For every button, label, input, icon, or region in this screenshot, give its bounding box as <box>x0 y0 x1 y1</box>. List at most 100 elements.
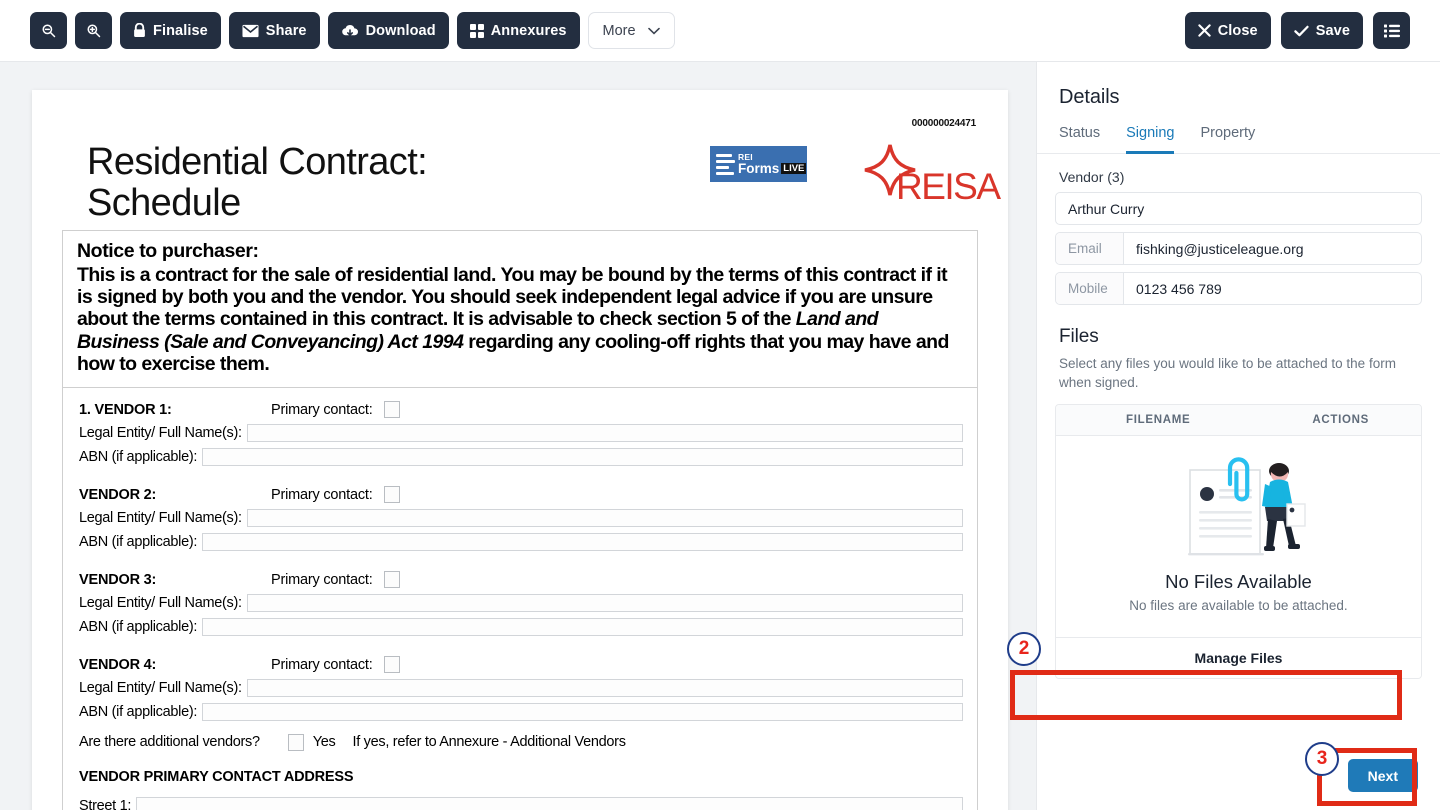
vendor-3-heading: VENDOR 3: <box>79 571 157 588</box>
email-label: Email <box>1056 233 1124 264</box>
vendor-4-abn-input[interactable] <box>202 703 963 722</box>
legal-entity-label: Legal Entity/ Full Name(s): <box>79 510 242 527</box>
vendor-2-abn-input[interactable] <box>202 533 963 552</box>
zoom-in-button[interactable] <box>75 12 112 49</box>
workspace: 000000024471 Residential Contract: Sched… <box>0 62 1440 810</box>
vendor-1-legal-entity-input[interactable] <box>246 424 963 443</box>
notice-heading: Notice to purchaser: <box>77 240 259 262</box>
vendor-3-abn-input[interactable] <box>202 618 963 637</box>
vendor-heading-row: 1. VENDOR 1: Primary contact: <box>79 398 963 421</box>
vendor-4-primary-contact-checkbox[interactable] <box>383 656 400 674</box>
no-files-text: No files are available to be attached. <box>1129 598 1348 614</box>
email-value[interactable]: fishking@justiceleague.org <box>1124 233 1421 264</box>
vendor-2-legal-entity-row: Legal Entity/ Full Name(s): <box>79 507 963 529</box>
menu-button[interactable] <box>1373 12 1410 49</box>
files-subtext: Select any files you would like to be at… <box>1059 356 1396 391</box>
details-panel: Details Status Signing Property Vendor (… <box>1036 62 1440 810</box>
download-label: Download <box>365 22 436 39</box>
vendor-1-abn-row: ABN (if applicable): <box>79 446 963 468</box>
abn-label: ABN (if applicable): <box>79 704 198 721</box>
primary-contact-label: Primary contact: <box>271 401 373 418</box>
annexures-button[interactable]: Annexures <box>456 12 580 49</box>
rei-forms-live-logo: REI Forms LIVE <box>710 146 807 182</box>
street1-input[interactable] <box>136 797 963 810</box>
vendor-fields-section: 1. VENDOR 1: Primary contact: Legal Enti… <box>62 388 978 810</box>
vendor-heading-row: VENDOR 3: Primary contact: <box>79 568 963 591</box>
tab-status[interactable]: Status <box>1059 125 1100 154</box>
files-col-actions: ACTIONS <box>1312 414 1370 427</box>
close-button[interactable]: Close <box>1184 12 1271 49</box>
vendor-3-primary-contact-checkbox[interactable] <box>383 571 400 589</box>
legal-entity-label: Legal Entity/ Full Name(s): <box>79 425 242 442</box>
toolbar-right-group: Close Save <box>1184 12 1410 49</box>
grid-icon <box>469 23 484 38</box>
vendor-4-heading: VENDOR 4: <box>79 656 157 673</box>
additional-vendors-row: Are there additional vendors? Yes If yes… <box>79 729 963 755</box>
rei-logo-bars <box>714 153 735 175</box>
abn-label: ABN (if applicable): <box>79 534 198 551</box>
legal-entity-label: Legal Entity/ Full Name(s): <box>79 595 242 612</box>
no-files-title: No Files Available <box>1165 571 1312 593</box>
page-title: Residential Contract: Schedule <box>87 141 428 225</box>
vendor-4-abn-row: ABN (if applicable): <box>79 701 963 723</box>
additional-vendors-checkbox[interactable] <box>287 733 304 751</box>
more-dropdown-button[interactable]: More <box>587 12 675 49</box>
details-panel-title: Details <box>1059 86 1120 108</box>
signing-form: Arthur Curry Email fishking@justiceleagu… <box>1037 192 1440 305</box>
finalise-label: Finalise <box>153 22 208 39</box>
download-button[interactable]: Download <box>327 12 449 49</box>
files-heading: Files <box>1059 326 1099 347</box>
next-button[interactable]: Next <box>1347 759 1418 792</box>
zoom-out-icon <box>41 23 56 38</box>
document-pane[interactable]: 000000024471 Residential Contract: Sched… <box>0 62 1036 810</box>
additional-vendors-note: If yes, refer to Annexure - Additional V… <box>352 734 626 751</box>
abn-label: ABN (if applicable): <box>79 619 198 636</box>
manage-files-button[interactable]: Manage Files <box>1056 636 1421 678</box>
download-cloud-icon <box>341 24 359 38</box>
document-number: 000000024471 <box>911 118 977 129</box>
files-col-filename: FILENAME <box>1126 414 1191 427</box>
close-label: Close <box>1217 22 1258 39</box>
lock-icon <box>133 23 146 38</box>
vendor-section-label: Vendor (3) <box>1059 169 1125 185</box>
vendor-heading-row: VENDOR 4: Primary contact: <box>79 653 963 676</box>
primary-contact-label: Primary contact: <box>271 656 373 673</box>
tab-signing[interactable]: Signing <box>1126 125 1175 154</box>
share-label: Share <box>265 22 307 39</box>
annexures-label: Annexures <box>490 22 567 39</box>
vendor-1-primary-contact-checkbox[interactable] <box>383 401 400 419</box>
rei-logo-line2: Forms <box>738 160 780 176</box>
files-table-header: FILENAME ACTIONS <box>1056 405 1421 437</box>
close-icon <box>1198 24 1211 37</box>
primary-contact-label: Primary contact: <box>271 571 373 588</box>
vendor-2-legal-entity-input[interactable] <box>246 509 963 528</box>
reisa-wordmark: REISA <box>896 166 1001 207</box>
mobile-value[interactable]: 0123 456 789 <box>1124 273 1421 304</box>
email-field[interactable]: Email fishking@justiceleague.org <box>1055 232 1422 265</box>
save-button[interactable]: Save <box>1280 12 1363 49</box>
details-tabs: Status Signing Property <box>1037 109 1440 154</box>
mobile-field[interactable]: Mobile 0123 456 789 <box>1055 272 1422 305</box>
notice-to-purchaser-box: Notice to purchaser: This is a contract … <box>62 230 978 389</box>
additional-vendors-question: Are there additional vendors? <box>79 734 260 751</box>
vendor-heading-row: VENDOR 2: Primary contact: <box>79 483 963 506</box>
reisa-logo: REISA <box>862 140 1022 207</box>
zoom-out-button[interactable] <box>30 12 67 49</box>
vendor-4-legal-entity-row: Legal Entity/ Full Name(s): <box>79 677 963 699</box>
save-label: Save <box>1315 22 1350 39</box>
annotation-badge-3: 3 <box>1305 742 1339 776</box>
share-button[interactable]: Share <box>228 12 320 49</box>
chevron-down-icon <box>647 27 660 35</box>
vendor-4-legal-entity-input[interactable] <box>246 679 963 698</box>
finalise-button[interactable]: Finalise <box>120 12 221 49</box>
vendor-2-primary-contact-checkbox[interactable] <box>383 486 400 504</box>
vendor-2-abn-row: ABN (if applicable): <box>79 531 963 553</box>
envelope-icon <box>242 24 259 38</box>
tab-property[interactable]: Property <box>1200 125 1255 154</box>
vendor-1-abn-input[interactable] <box>202 448 963 467</box>
primary-contact-label: Primary contact: <box>271 486 373 503</box>
vendor-3-legal-entity-input[interactable] <box>246 594 963 613</box>
vendor-name-field[interactable]: Arthur Curry <box>1055 192 1422 225</box>
legal-entity-label: Legal Entity/ Full Name(s): <box>79 680 242 697</box>
vendor-1-legal-entity-row: Legal Entity/ Full Name(s): <box>79 422 963 444</box>
